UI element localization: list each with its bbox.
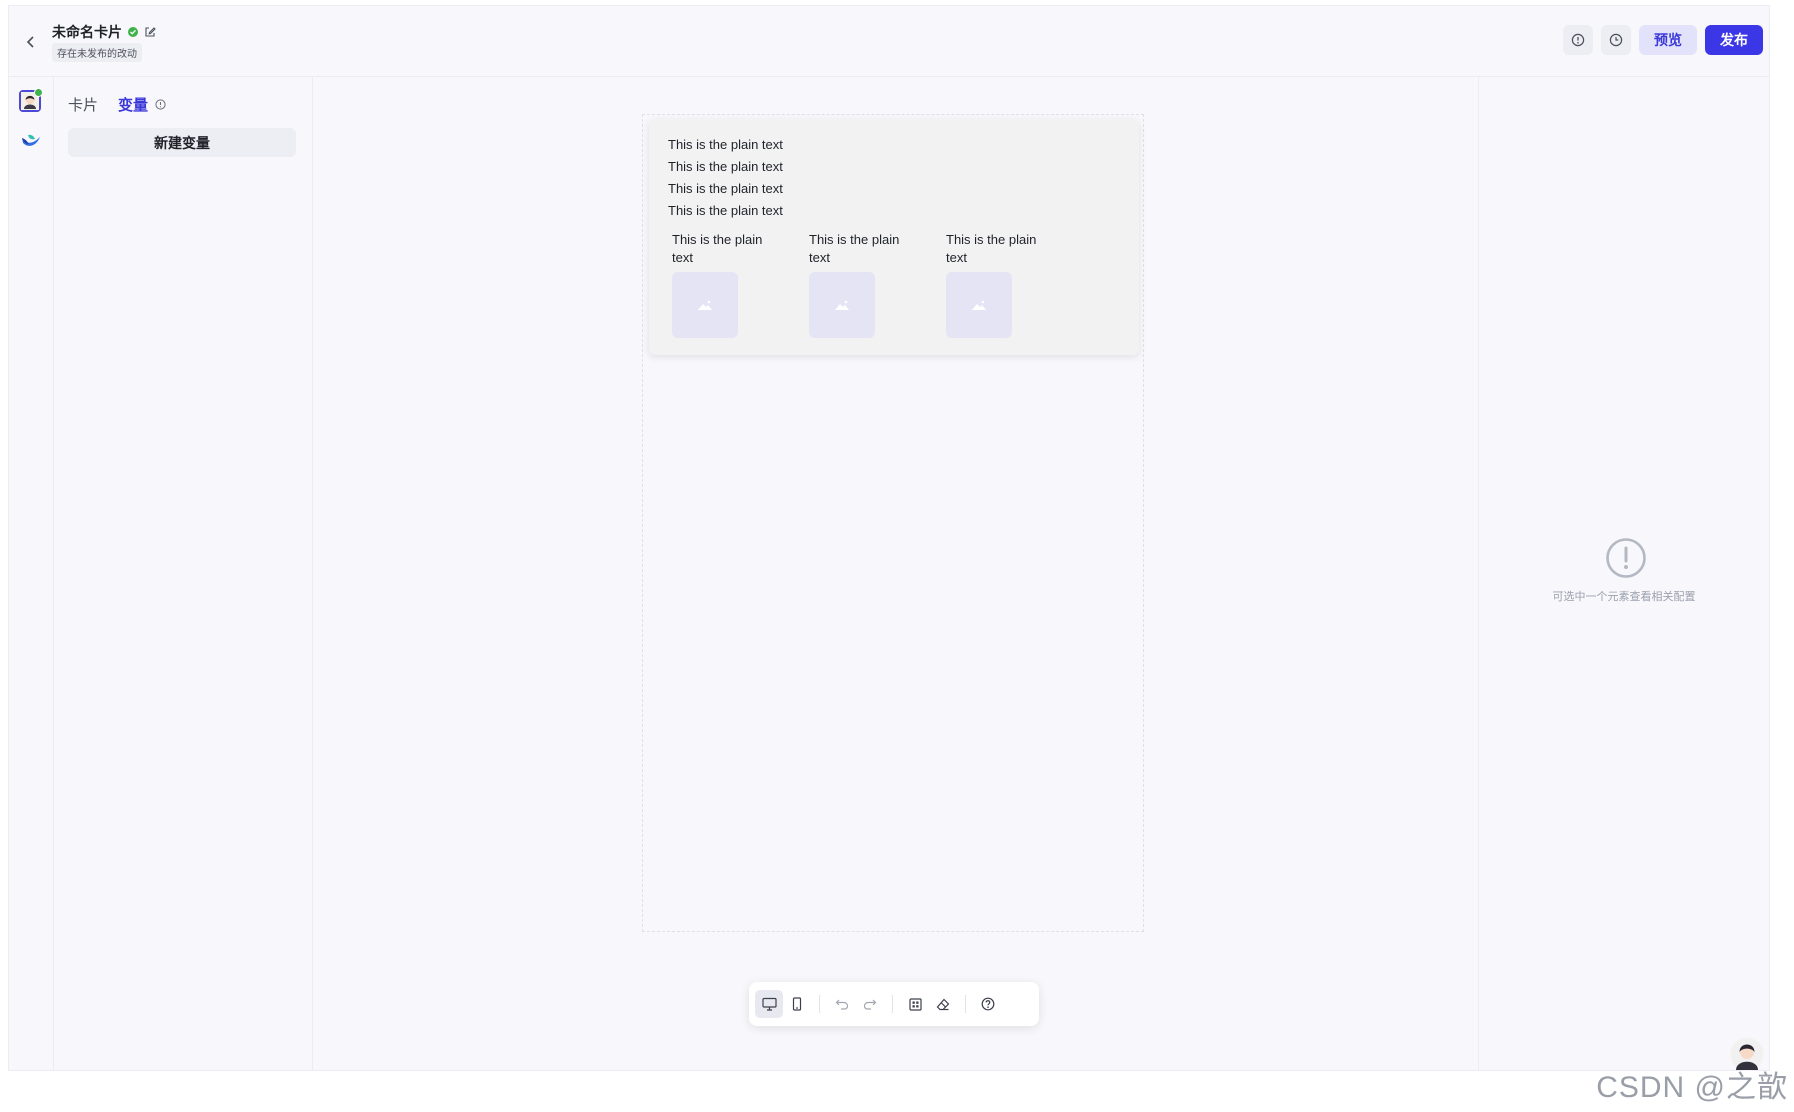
panel-tabs: 卡片 变量 [68,94,166,115]
image-placeholder-icon [835,300,849,310]
monitor-icon [761,997,777,1011]
column-text[interactable]: This is the plain text [809,231,919,267]
redo-icon [863,999,877,1010]
history-button[interactable] [1601,25,1631,55]
properties-panel: 可选中一个元素查看相关配置 [1478,76,1769,1070]
plain-text-line[interactable]: This is the plain text [668,137,783,152]
info-button[interactable] [1563,25,1593,55]
grid-icon [908,997,922,1011]
info-icon [1571,33,1585,47]
new-variable-button[interactable]: 新建变量 [68,128,296,157]
card-preview[interactable]: This is the plain text This is the plain… [649,119,1139,355]
tab-variables[interactable]: 变量 [118,94,166,115]
image-placeholder-icon [698,300,712,310]
side-rail [9,76,54,1070]
image-placeholder[interactable] [946,272,1012,338]
undo-button[interactable] [828,990,856,1018]
help-button[interactable] [974,990,1002,1018]
card-column[interactable]: This is the plain text [672,231,782,338]
info-icon[interactable] [155,99,166,110]
column-text[interactable]: This is the plain text [946,231,1056,267]
check-circle-icon [128,27,138,37]
bot-avatar[interactable] [19,88,43,112]
grid-button[interactable] [901,990,929,1018]
canvas-toolbar [749,982,1039,1026]
back-button[interactable] [19,30,43,54]
eraser-icon [936,998,950,1010]
help-icon [981,997,995,1011]
header: 未命名卡片 存在未发布的改动 预览 发布 [9,6,1769,77]
image-placeholder[interactable] [672,272,738,338]
redo-button[interactable] [856,990,884,1018]
app-logo-icon[interactable] [20,131,42,149]
title-row: 未命名卡片 [52,22,156,42]
card-column[interactable]: This is the plain text [809,231,919,338]
preview-button[interactable]: 预览 [1639,25,1697,55]
image-placeholder-icon [972,300,986,310]
edit-icon[interactable] [144,26,156,38]
mobile-view-button[interactable] [783,990,811,1018]
tab-card[interactable]: 卡片 [68,94,98,115]
image-placeholder[interactable] [809,272,875,338]
chevron-left-icon [26,36,34,48]
editor-canvas: This is the plain text This is the plain… [312,76,1478,1070]
desktop-view-button[interactable] [755,990,783,1018]
watermark-text: CSDN @之歆 [1596,1071,1788,1104]
plain-text-line[interactable]: This is the plain text [668,203,783,218]
toolbar-divider [892,995,893,1013]
toolbar-divider [965,995,966,1013]
publish-button[interactable]: 发布 [1705,25,1763,55]
card-column[interactable]: This is the plain text [946,231,1056,338]
undo-icon [835,999,849,1010]
clock-icon [1609,33,1623,47]
toolbar-divider [819,995,820,1013]
alert-circle-icon [1606,538,1646,578]
variables-panel: 卡片 变量 新建变量 [53,76,313,1070]
clear-button[interactable] [929,990,957,1018]
tab-variables-label: 变量 [118,97,149,114]
app-window: 未命名卡片 存在未发布的改动 预览 发布 卡片 变量 新建变量 This is … [8,5,1770,1071]
phone-icon [792,997,802,1011]
online-indicator [34,88,43,97]
header-actions: 预览 发布 [1563,25,1763,55]
plain-text-line[interactable]: This is the plain text [668,181,783,196]
plain-text-line[interactable]: This is the plain text [668,159,783,174]
empty-state-text: 可选中一个元素查看相关配置 [1552,591,1696,603]
column-text[interactable]: This is the plain text [672,231,782,267]
page-title: 未命名卡片 [52,24,122,40]
unpublished-status-badge: 存在未发布的改动 [52,43,142,62]
